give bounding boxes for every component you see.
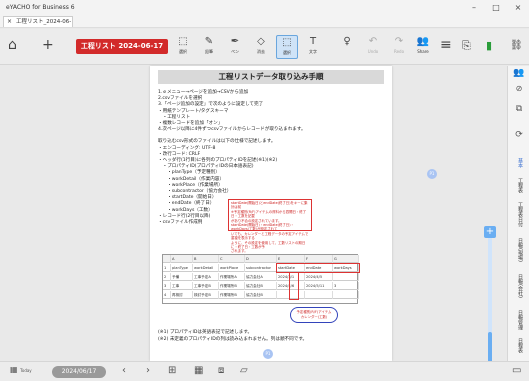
add-page-icon[interactable]: +: [42, 37, 54, 53]
csv-example-sheet: A B C D E F G 1 planType workDetail work…: [162, 254, 360, 304]
users-icon[interactable]: 👥: [511, 68, 527, 78]
undo-button[interactable]: ↶ Undo: [362, 35, 384, 59]
section-tab-basic[interactable]: 基本: [514, 158, 524, 168]
sheet-row: 2 予備 工事予定A 作業場所A 協力会社A 2024/3/1 2024/4/5: [163, 273, 359, 281]
section-tab-schedule[interactable]: 工程表: [514, 178, 524, 193]
footnote: (※2) 未定義のプロパティIDの列は読み込まれません。列は順不同です。: [158, 337, 308, 342]
export-icon[interactable]: ⎘: [462, 39, 471, 53]
page-heading: 工程リストデータ取り込み手順: [158, 70, 384, 84]
fullscreen-icon[interactable]: ▭: [512, 365, 521, 376]
app-title: eYACHO for Business 6: [6, 4, 75, 11]
layout-icon[interactable]: ⧈: [218, 365, 224, 376]
today-button[interactable]: ▦ Today: [10, 365, 32, 374]
home-icon[interactable]: ⌂: [8, 37, 17, 53]
minimize-button[interactable]: –: [467, 2, 481, 13]
annotation-callout: startDate(開始日)とendDate(終了日)をキーに集計は前 ※予定種…: [228, 199, 312, 253]
select-tool-button[interactable]: ⬚ 選択: [172, 35, 194, 59]
section-tab-daily-site[interactable]: 日報(現場): [514, 238, 524, 262]
eraser-icon[interactable]: ▱: [240, 365, 248, 376]
zoom-level-fill: [488, 332, 492, 364]
redo-button[interactable]: ↷ Redo: [388, 35, 410, 59]
bottom-bar: ▦ Today 2024/06/17 ‹ › ⊞ ▦ ⧈ ▱ ▭: [0, 361, 529, 381]
date-selector[interactable]: 2024/06/17: [52, 366, 106, 378]
document-canvas[interactable]: 工程リストデータ取り込み手順 1.ｅメニュー→ページを追加→CSVから追加 2.…: [0, 66, 507, 361]
tab-bar: × 工程リスト_2024-06-17: [0, 15, 529, 35]
footnotes: (※1) プロパティIDは英語表記で記述します。 (※2) 未定義のプロパティI…: [158, 329, 307, 343]
eraser-tool-button[interactable]: ◇ 消去: [250, 35, 272, 59]
lasso-select-tool-button[interactable]: ⬚ 選択: [276, 35, 298, 59]
annotation-bubble: 予定種別(R/F)アイテム カレンダー(工数): [290, 307, 338, 323]
zoom-in-button[interactable]: +: [484, 226, 496, 238]
sheet-row: 4 再検討 検討予定B 作業場所B 協力会社B: [163, 291, 359, 299]
share-button[interactable]: 👥 Share: [412, 35, 434, 59]
floating-page-marker[interactable]: P1: [427, 169, 437, 179]
next-page-button[interactable]: ›: [146, 365, 150, 376]
section-tab-daily-manage[interactable]: 日報管理: [514, 310, 524, 330]
section-tab-daily-company[interactable]: 日報(会社): [514, 274, 524, 298]
highlight-box: [289, 272, 299, 300]
close-tab-icon[interactable]: ×: [7, 17, 12, 27]
page-rotate-icon[interactable]: ⟳: [511, 130, 527, 140]
previous-page-button[interactable]: ‹: [122, 365, 126, 376]
section-tab-schedule-date[interactable]: 工程表日付: [514, 202, 524, 227]
pencil-tool-button[interactable]: ✎ 鉛筆: [198, 35, 220, 59]
menu-icon[interactable]: ≡: [440, 37, 452, 53]
add-page-icon[interactable]: ⊞: [168, 365, 176, 376]
document-page[interactable]: 工程リストデータ取り込み手順 1.ｅメニュー→ページを追加→CSVから追加 2.…: [150, 66, 392, 361]
grid-view-icon[interactable]: ▦: [194, 365, 203, 376]
page-marker[interactable]: P1: [263, 349, 273, 359]
text-tool-button[interactable]: T 文字: [302, 35, 324, 59]
close-button[interactable]: ×: [511, 2, 525, 13]
section-tab-calendar[interactable]: 日程表: [514, 338, 524, 353]
toolbar: ⌂ + 工程リスト 2024-06-17 ⬚ 選択 ✎ 鉛筆 ✒ ペン ◇ 消去 ⬚ 選択…: [0, 29, 529, 65]
calendar-icon: ▦: [10, 365, 18, 374]
sheet-header-row: A B C D E F G: [163, 255, 359, 263]
voice-memo-button[interactable]: ♀: [336, 35, 358, 59]
title-bar: eYACHO for Business 6 – □ ×: [0, 0, 529, 15]
document-title[interactable]: 工程リスト 2024-06-17: [76, 39, 168, 54]
right-panel: 👥 ⊘ ⧉ ⟳ 基本 工程表 工程表日付 日報(現場) 日報(会社) 日報管理 …: [507, 66, 529, 361]
page-add-icon[interactable]: ⧉: [511, 104, 527, 114]
document-tab[interactable]: × 工程リスト_2024-06-17: [3, 16, 73, 35]
pen-tool-button[interactable]: ✒ ペン: [224, 35, 246, 59]
maximize-button[interactable]: □: [489, 2, 503, 13]
zoom-slider[interactable]: + −: [484, 226, 496, 374]
sheet-row: 3 工事 工事予定B 作業場所B 協力会社B 2024/4/6 2024/5/1…: [163, 282, 359, 290]
footnote: (※1) プロパティIDは英語表記で記述します。: [158, 330, 253, 335]
book-icon[interactable]: ▮: [486, 39, 492, 52]
link-icon[interactable]: ⛓: [510, 40, 523, 51]
clip-icon[interactable]: ⊘: [511, 84, 527, 93]
